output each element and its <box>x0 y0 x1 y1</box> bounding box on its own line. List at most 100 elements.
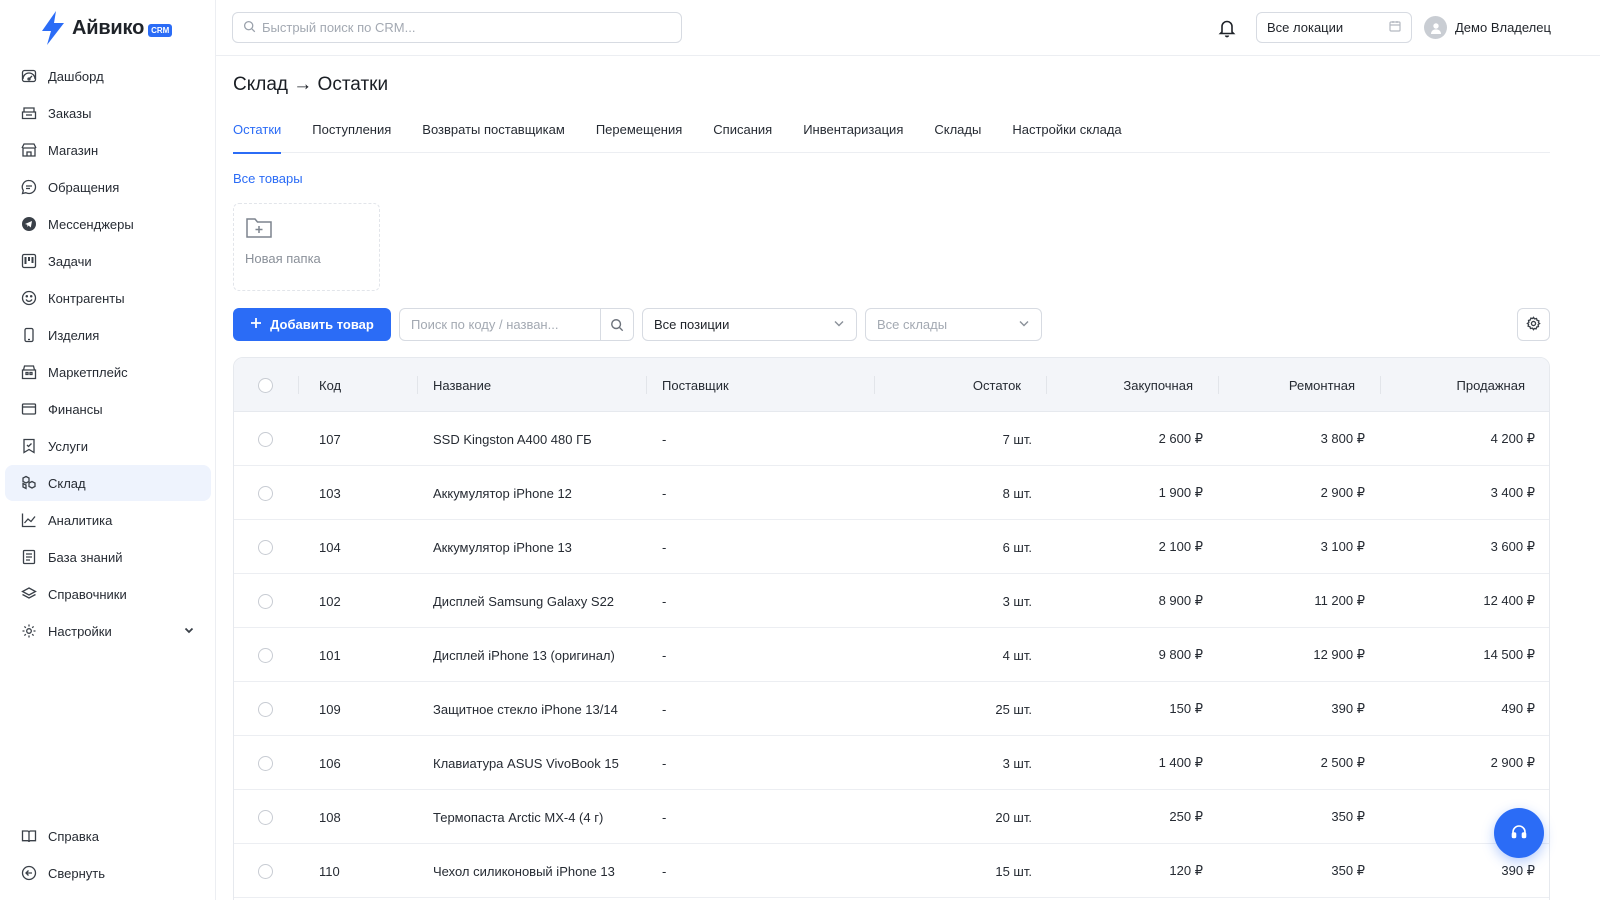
gear-icon <box>1526 315 1541 334</box>
plus-icon <box>250 317 262 332</box>
table-row[interactable]: 106 Клавиатура ASUS VivoBook 15 - 3 шт. … <box>234 736 1549 790</box>
table-row[interactable]: 109 Защитное стекло iPhone 13/14 - 25 шт… <box>234 682 1549 736</box>
search-icon[interactable] <box>600 309 633 340</box>
warehouses-select[interactable]: Все склады <box>865 308 1042 341</box>
app-logo[interactable]: Айвико CRM <box>38 8 173 48</box>
column-header-repair-price[interactable]: Ремонтная <box>1218 358 1355 412</box>
column-divider <box>298 376 299 394</box>
sidebar-item-label: Финансы <box>48 401 103 417</box>
table-row[interactable]: 108 Термопаста Arctic MX-4 (4 г) - 20 шт… <box>234 790 1549 844</box>
sidebar-item-label: Справочники <box>48 586 127 602</box>
cell-code: 106 <box>319 755 341 771</box>
dashboard-icon <box>20 67 38 85</box>
cell-repair-price: 2 900 ₽ <box>1320 485 1365 500</box>
folder-plus-icon <box>245 216 368 243</box>
sidebar-item-label: Задачи <box>48 253 92 269</box>
bell-icon[interactable] <box>1218 18 1236 41</box>
all-products-link[interactable]: Все товары <box>233 171 303 186</box>
cell-purchase-price: 8 900 ₽ <box>1158 593 1203 608</box>
book-list-icon <box>20 548 38 566</box>
add-product-button[interactable]: Добавить товар <box>233 308 391 341</box>
service-icon <box>20 437 38 455</box>
select-all-checkbox[interactable] <box>258 358 273 412</box>
cell-code: 108 <box>319 809 341 825</box>
support-chat-button[interactable] <box>1494 808 1544 858</box>
user-menu[interactable]: Демо Владелец <box>1424 16 1551 39</box>
global-search[interactable] <box>232 12 682 43</box>
table-row[interactable]: 101 Дисплей iPhone 13 (оригинал) - 4 шт.… <box>234 628 1549 682</box>
table-row[interactable]: 104 Аккумулятор iPhone 13 - 6 шт. 2 100 … <box>234 520 1549 574</box>
table-row[interactable]: 107 SSD Kingston A400 480 ГБ - 7 шт. 2 6… <box>234 412 1549 466</box>
sidebar-item-messengers[interactable]: Мессенджеры <box>5 206 211 242</box>
row-checkbox[interactable] <box>258 466 273 520</box>
sidebar-item-shop[interactable]: Магазин <box>5 132 211 168</box>
sidebar-item-collapse[interactable]: Свернуть <box>5 855 211 891</box>
new-folder-card[interactable]: Новая папка <box>233 203 380 291</box>
sidebar-item-appeals[interactable]: Обращения <box>5 169 211 205</box>
cell-supplier: - <box>662 755 667 771</box>
global-search-input[interactable] <box>262 20 662 35</box>
column-header-code[interactable]: Код <box>319 358 341 412</box>
sidebar-item-services[interactable]: Услуги <box>5 428 211 464</box>
cell-name: Клавиатура ASUS VivoBook 15 <box>433 755 619 771</box>
column-header-sale-price[interactable]: Продажная <box>1380 358 1525 412</box>
sidebar-item-contractors[interactable]: Контрагенты <box>5 280 211 316</box>
sidebar-item-tasks[interactable]: Задачи <box>5 243 211 279</box>
row-checkbox[interactable] <box>258 574 273 628</box>
tab-receipts[interactable]: Поступления <box>312 119 391 153</box>
tab-warehouse-settings[interactable]: Настройки склада <box>1012 119 1121 153</box>
tab-transfers[interactable]: Перемещения <box>596 119 682 153</box>
cell-sale-price: 4 200 ₽ <box>1490 431 1535 446</box>
sidebar-item-finance[interactable]: Финансы <box>5 391 211 427</box>
sidebar-item-dashboard[interactable]: Дашборд <box>5 58 211 94</box>
column-header-purchase-price[interactable]: Закупочная <box>1046 358 1193 412</box>
cell-name: Термопаста Arctic MX-4 (4 г) <box>433 809 604 825</box>
row-checkbox[interactable] <box>258 844 273 898</box>
sidebar-item-references[interactable]: Справочники <box>5 576 211 612</box>
sidebar-item-label: Магазин <box>48 142 99 158</box>
cell-code: 110 <box>319 863 340 879</box>
row-checkbox[interactable] <box>258 736 273 790</box>
cell-purchase-price: 1 900 ₽ <box>1158 485 1203 500</box>
column-header-supplier[interactable]: Поставщик <box>662 358 729 412</box>
sidebar-item-settings[interactable]: Настройки <box>5 613 211 649</box>
wallet-icon <box>20 400 38 418</box>
row-checkbox[interactable] <box>258 790 273 844</box>
cell-sale-price: 3 400 ₽ <box>1490 485 1535 500</box>
table-row[interactable]: 110 Чехол силиконовый iPhone 13 - 15 шт.… <box>234 844 1549 898</box>
chevron-down-icon[interactable] <box>183 624 195 639</box>
chevron-down-icon <box>1018 317 1030 332</box>
code-search-input[interactable] <box>400 309 601 340</box>
sidebar-item-marketplace[interactable]: Маркетплейс <box>5 354 211 390</box>
row-checkbox[interactable] <box>258 628 273 682</box>
table-row[interactable]: 103 Аккумулятор iPhone 12 - 8 шт. 1 900 … <box>234 466 1549 520</box>
column-header-stock[interactable]: Остаток <box>874 358 1021 412</box>
table-row[interactable]: 102 Дисплей Samsung Galaxy S22 - 3 шт. 8… <box>234 574 1549 628</box>
positions-value: Все позиции <box>654 317 730 332</box>
tab-stock[interactable]: Остатки <box>233 119 282 154</box>
sidebar-item-orders[interactable]: Заказы <box>5 95 211 131</box>
location-select[interactable]: Все локации <box>1256 12 1412 43</box>
tab-write-offs[interactable]: Списания <box>713 119 772 153</box>
row-checkbox[interactable] <box>258 412 273 466</box>
row-checkbox[interactable] <box>258 520 273 574</box>
sidebar-item-analytics[interactable]: Аналитика <box>5 502 211 538</box>
row-checkbox[interactable] <box>258 682 273 736</box>
positions-select[interactable]: Все позиции <box>642 308 857 341</box>
telegram-icon <box>20 215 38 233</box>
sidebar-item-label: Услуги <box>48 438 88 454</box>
sidebar-item-help[interactable]: Справка <box>5 818 211 854</box>
cell-name: Аккумулятор iPhone 13 <box>433 539 572 555</box>
table-header: Код Название Поставщик Остаток Закупочна… <box>234 358 1549 412</box>
column-header-name[interactable]: Название <box>433 358 491 412</box>
sidebar-item-products[interactable]: Изделия <box>5 317 211 353</box>
cell-stock: 7 шт. <box>1002 431 1032 447</box>
cell-stock: 25 шт. <box>995 701 1032 717</box>
tab-supplier-returns[interactable]: Возвраты поставщикам <box>422 119 565 153</box>
sidebar-item-knowledge-base[interactable]: База знаний <box>5 539 211 575</box>
tab-warehouses[interactable]: Склады <box>934 119 981 153</box>
tab-inventory[interactable]: Инвентаризация <box>803 119 903 153</box>
sidebar-item-warehouse[interactable]: Склад <box>5 465 211 501</box>
smile-icon <box>20 289 38 307</box>
table-settings-button[interactable] <box>1517 308 1550 341</box>
